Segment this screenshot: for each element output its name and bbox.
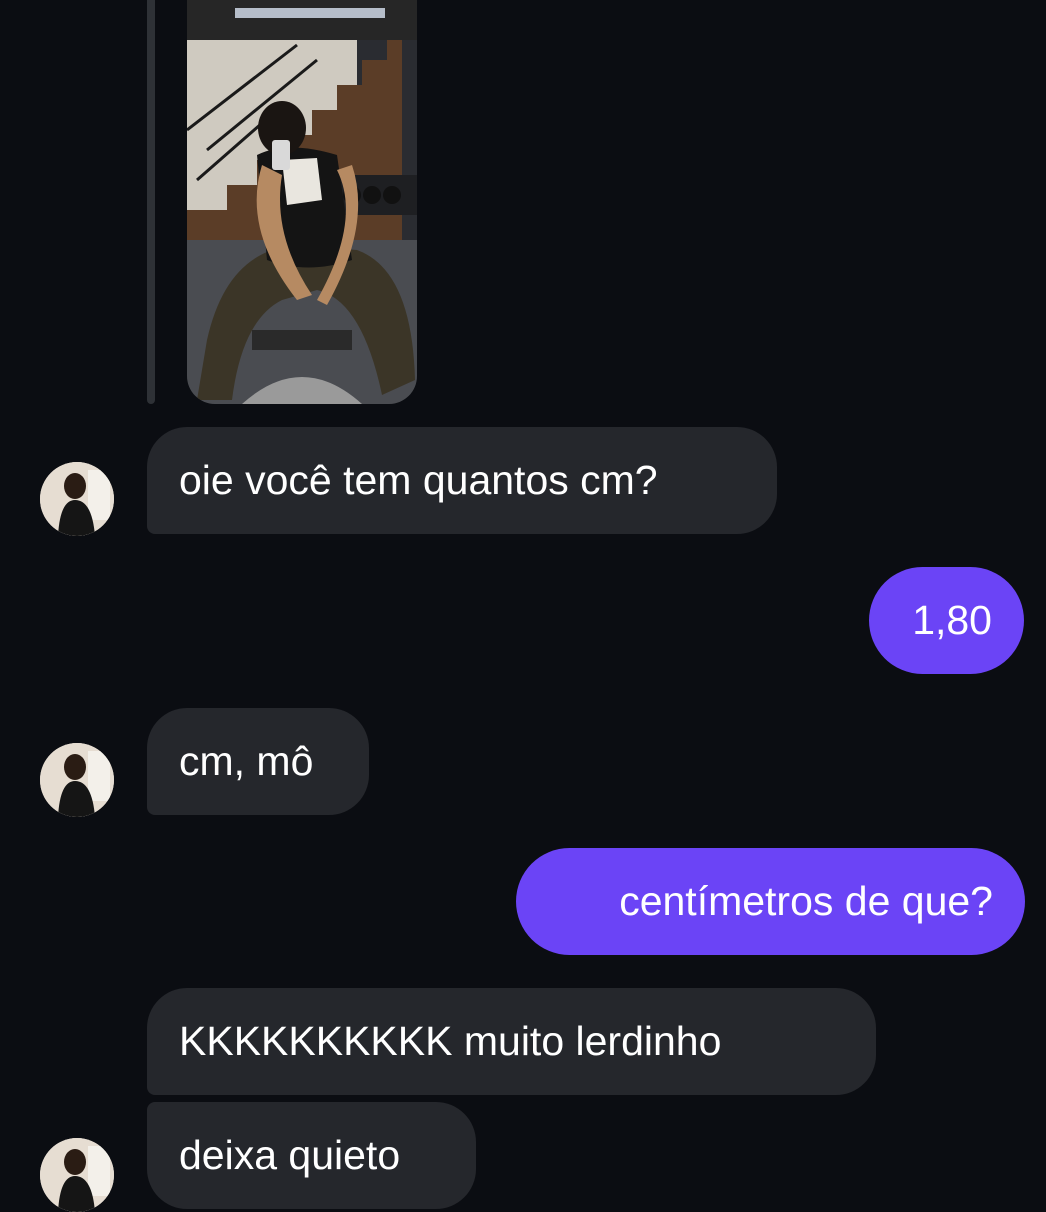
contact-avatar[interactable] [40, 743, 114, 817]
message-text: deixa quieto [179, 1132, 401, 1178]
contact-avatar[interactable] [40, 462, 114, 536]
contact-avatar[interactable] [40, 1138, 114, 1212]
avatar-photo-icon [40, 743, 114, 817]
incoming-message-bubble[interactable]: KKKKKKKKKK muito lerdinho [147, 988, 876, 1095]
gym-mirror-selfie-image [187, 0, 417, 404]
message-text: cm, mô [179, 738, 314, 784]
avatar-photo-icon [40, 1138, 114, 1212]
message-text: oie você tem quantos cm? [179, 457, 658, 503]
outgoing-message-bubble[interactable]: 1,80 [869, 567, 1024, 674]
outgoing-message-bubble[interactable]: centímetros de que? [516, 848, 1025, 955]
incoming-message-bubble[interactable]: cm, mô [147, 708, 369, 815]
shared-photo[interactable] [187, 0, 417, 404]
message-text: centímetros de que? [619, 878, 993, 924]
incoming-message-bubble[interactable]: deixa quieto [147, 1102, 476, 1209]
message-text: KKKKKKKKKK muito lerdinho [179, 1018, 722, 1064]
avatar-photo-icon [40, 462, 114, 536]
message-text: 1,80 [912, 597, 992, 643]
reply-indicator-bar [147, 0, 155, 404]
incoming-message-bubble[interactable]: oie você tem quantos cm? [147, 427, 777, 534]
